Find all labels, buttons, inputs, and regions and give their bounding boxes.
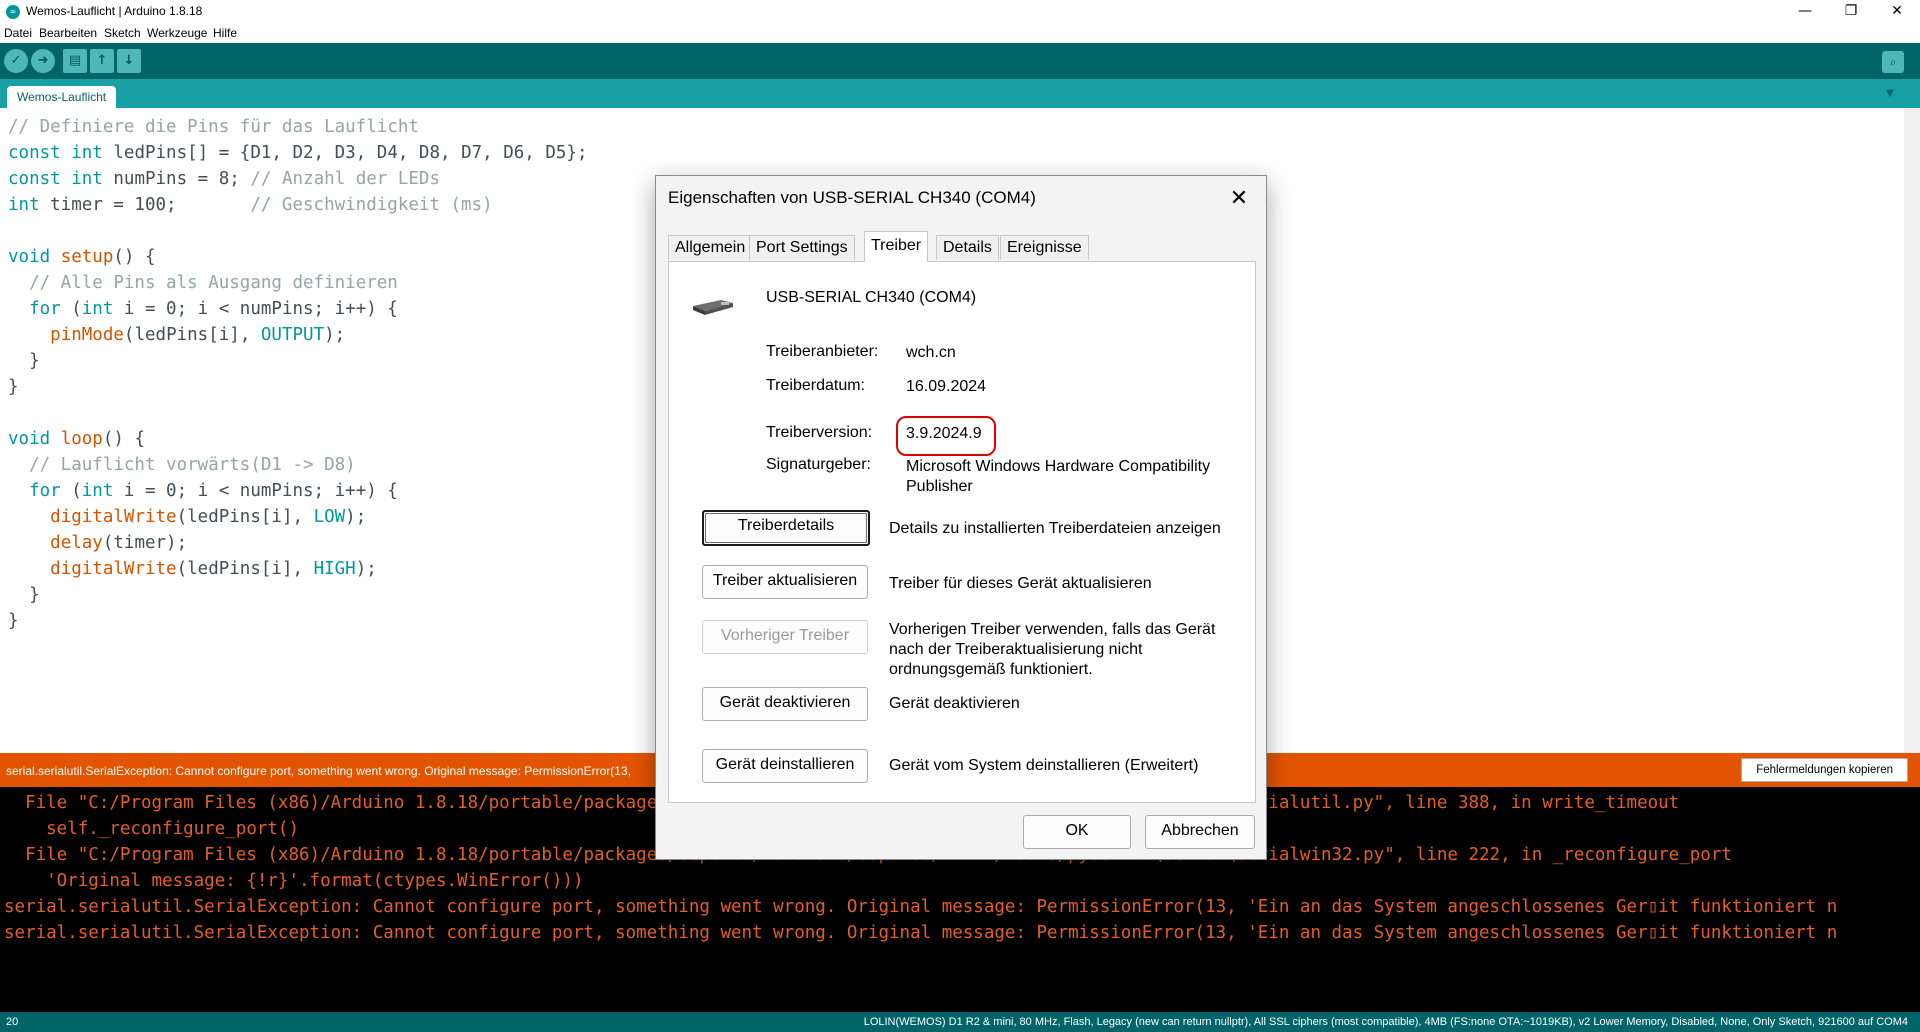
verify-button[interactable]: ✓	[4, 49, 28, 73]
label-treiberdatum: Treiberdatum:	[766, 377, 865, 394]
serial-monitor-button[interactable]: ⌕	[1882, 51, 1904, 73]
value-treiberanbieter: wch.cn	[906, 344, 956, 361]
driver-panel: USB-SERIAL CH340 (COM4) Treiberanbieter:…	[668, 261, 1256, 803]
cancel-button[interactable]: Abbrechen	[1145, 815, 1255, 849]
device-properties-dialog: Eigenschaften von USB-SERIAL CH340 (COM4…	[655, 175, 1267, 860]
minimize-button[interactable]: —	[1782, 0, 1828, 24]
tab-menu-chevron-icon[interactable]: ▼	[1882, 86, 1898, 102]
menu-sketch[interactable]: Sketch	[104, 26, 141, 40]
tab-wemos-lauflicht[interactable]: Wemos-Lauflicht	[7, 86, 117, 108]
vorheriger-treiber-label: Vorheriger Treiber	[720, 627, 850, 644]
treiber-aktualisieren-button[interactable]: Treiber aktualisieren	[702, 565, 868, 599]
treiberdetails-button[interactable]: Treiberdetails	[702, 510, 870, 546]
arduino-logo-icon: ∞	[6, 5, 20, 19]
label-treiberanbieter: Treiberanbieter:	[766, 343, 879, 360]
vorheriger-treiber-desc: Vorherigen Treiber verwenden, falls das …	[889, 621, 1216, 678]
dialog-tabstrip: Allgemein Port Settings Treiber Details …	[668, 231, 1256, 262]
label-signaturgeber: Signaturgeber:	[766, 456, 871, 473]
editor-scrollbar[interactable]	[1904, 108, 1920, 753]
dialog-title: Eigenschaften von USB-SERIAL CH340 (COM4…	[668, 188, 1036, 207]
menu-hilfe[interactable]: Hilfe	[213, 26, 237, 40]
device-name: USB-SERIAL CH340 (COM4)	[766, 289, 977, 306]
tab-details[interactable]: Details	[936, 235, 999, 260]
treiberdetails-label: Treiberdetails	[737, 517, 835, 534]
window-titlebar: ∞ Wemos-Lauflicht | Arduino 1.8.18 — ❐ ✕	[0, 0, 1920, 24]
maximize-button[interactable]: ❐	[1828, 0, 1874, 24]
geraet-deaktivieren-label: Gerät deaktivieren	[719, 694, 851, 711]
geraet-deaktivieren-button[interactable]: Gerät deaktivieren	[702, 687, 868, 721]
menu-bearbeiten[interactable]: Bearbeiten	[39, 26, 97, 40]
tab-allgemein[interactable]: Allgemein	[668, 235, 753, 260]
toolbar: ✓ ➜ ▤ ↑ ↓ ⌕	[0, 43, 1920, 79]
value-treiberdatum: 16.09.2024	[906, 378, 987, 395]
copy-error-button[interactable]: Fehlermeldungen kopieren	[1741, 758, 1908, 782]
tab-port-settings[interactable]: Port Settings	[749, 235, 855, 260]
bottom-status-bar: 20 LOLIN(WEMOS) D1 R2 & mini, 80 MHz, Fl…	[0, 1012, 1920, 1032]
line-number: 20	[6, 1016, 19, 1028]
window-title: Wemos-Lauflicht | Arduino 1.8.18	[26, 4, 203, 18]
open-sketch-button[interactable]: ↑	[90, 49, 114, 73]
sketch-tabbar: Wemos-Lauflicht ▼	[0, 79, 1920, 108]
version-highlight-circle	[896, 416, 996, 456]
status-message: serial.serialutil.SerialException: Canno…	[6, 764, 631, 778]
menu-datei[interactable]: Datei	[4, 26, 32, 40]
upload-button[interactable]: ➜	[31, 49, 55, 73]
treiber-aktualisieren-label: Treiber aktualisieren	[712, 572, 858, 589]
ok-button[interactable]: OK	[1023, 815, 1131, 849]
tab-ereignisse[interactable]: Ereignisse	[1000, 235, 1089, 260]
geraet-deinstallieren-button[interactable]: Gerät deinstallieren	[702, 749, 868, 783]
treiberdetails-desc: Details zu installierten Treiberdateien …	[889, 520, 1221, 537]
usb-device-icon	[693, 300, 733, 315]
menu-werkzeuge[interactable]: Werkzeuge	[147, 26, 207, 40]
save-sketch-button[interactable]: ↓	[117, 49, 141, 73]
geraet-deaktivieren-desc: Gerät deaktivieren	[889, 695, 1020, 712]
tab-treiber[interactable]: Treiber	[864, 231, 929, 262]
close-window-button[interactable]: ✕	[1874, 0, 1920, 24]
vorheriger-treiber-button: Vorheriger Treiber	[702, 620, 868, 654]
menubar: Datei Bearbeiten Sketch Werkzeuge Hilfe	[0, 24, 1920, 43]
geraet-deinstallieren-desc: Gerät vom System deinstallieren (Erweite…	[889, 757, 1199, 774]
new-sketch-button[interactable]: ▤	[63, 49, 87, 73]
dialog-close-icon[interactable]: ✕	[1224, 184, 1254, 214]
value-signaturgeber: Microsoft Windows Hardware Compatibility…	[906, 458, 1211, 495]
label-treiberversion: Treiberversion:	[766, 424, 873, 441]
geraet-deinstallieren-label: Gerät deinstallieren	[715, 756, 855, 773]
treiber-aktualisieren-desc: Treiber für dieses Gerät aktualisieren	[889, 575, 1152, 592]
board-info: LOLIN(WEMOS) D1 R2 & mini, 80 MHz, Flash…	[863, 1016, 1908, 1028]
code-text[interactable]: // Definiere die Pins für das Lauflicht …	[8, 114, 588, 634]
